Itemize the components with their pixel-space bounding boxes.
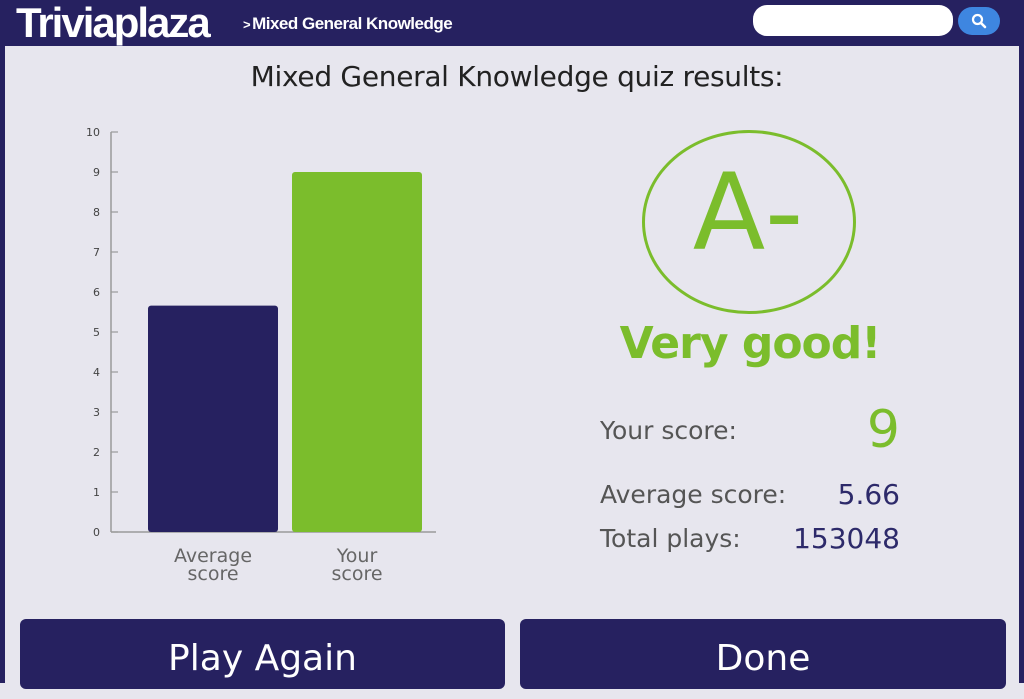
your-score-label: Your score: (600, 416, 737, 445)
x-tick-label: Your score (331, 545, 382, 585)
play-again-button[interactable]: Play Again (20, 619, 505, 689)
done-button[interactable]: Done (520, 619, 1006, 689)
bar-average-score (148, 305, 278, 532)
average-score-value: 5.66 (837, 478, 900, 511)
y-tick-label: 2 (93, 446, 100, 459)
x-tick-label: Average score (174, 545, 252, 585)
triviaplaza-logo[interactable]: Triviaplaza (16, 0, 211, 48)
left-edge (0, 46, 5, 683)
bar-your-score (292, 172, 422, 532)
your-score-value: 9 (866, 400, 900, 460)
page-title: Mixed General Knowledge quiz results: (250, 60, 784, 93)
breadcrumb-separator: > (243, 17, 251, 32)
breadcrumb: > Mixed General Knowledge (243, 14, 453, 34)
y-tick-label: 9 (93, 166, 100, 179)
search-icon (971, 13, 987, 29)
verdict-text: Very good! (619, 318, 882, 369)
y-tick-label: 5 (93, 326, 100, 339)
y-tick-label: 1 (93, 486, 100, 499)
y-tick-label: 4 (93, 366, 100, 379)
y-tick-label: 3 (93, 406, 100, 419)
right-edge (1019, 46, 1024, 683)
header-bar: Triviaplaza > Mixed General Knowledge (0, 0, 1024, 46)
total-plays-label: Total plays: (600, 524, 741, 553)
y-tick-label: 8 (93, 206, 100, 219)
y-tick-label: 10 (86, 126, 100, 139)
grade-letter: A- (692, 151, 806, 274)
y-tick-label: 7 (93, 246, 100, 259)
score-bar-chart: 0 1 2 3 4 5 6 7 8 9 10 Average score Your score (86, 126, 436, 585)
total-plays-value: 153048 (793, 522, 900, 555)
y-tick-label: 6 (93, 286, 100, 299)
search-input[interactable] (753, 5, 953, 36)
breadcrumb-category-link[interactable]: Mixed General Knowledge (252, 14, 453, 33)
average-score-label: Average score: (600, 480, 787, 509)
search-button[interactable] (958, 7, 1000, 35)
y-tick-label: 0 (93, 526, 100, 539)
